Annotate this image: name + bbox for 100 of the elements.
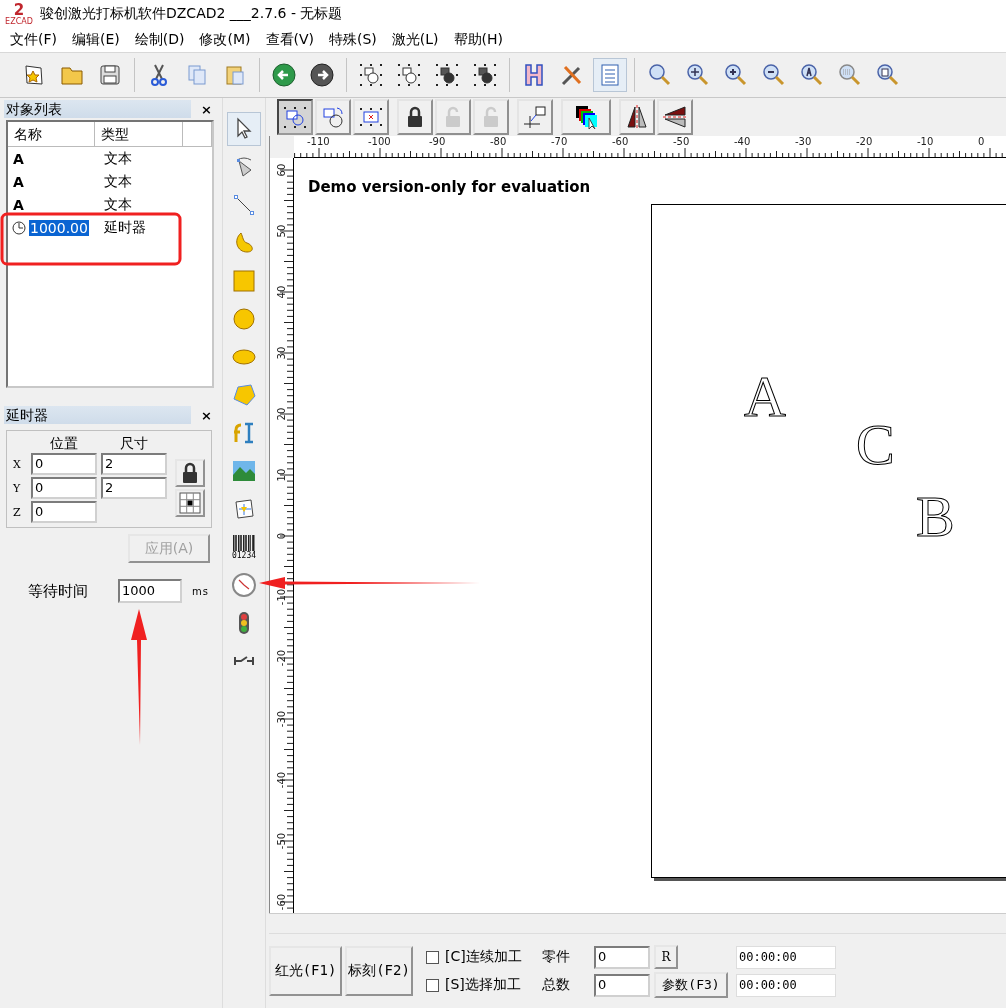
ruler-label: -40 — [277, 770, 287, 791]
ruler-label: -90 — [429, 137, 446, 147]
rotate-mode-icon — [320, 104, 346, 130]
checkbox[interactable] — [426, 950, 439, 964]
canvas-letter: A — [744, 368, 786, 426]
ruler-label: 60 — [277, 162, 287, 179]
color-layers-icon — [573, 104, 599, 130]
ruler-label: -50 — [277, 831, 287, 852]
mark-button[interactable]: 标刻(F2) — [345, 946, 413, 996]
menu-item[interactable]: 特殊(S) — [323, 31, 386, 49]
menu-item[interactable]: 查看(V) — [259, 31, 323, 49]
selection-icon — [472, 62, 498, 88]
ruler-label: -10 — [277, 587, 287, 608]
reset-button[interactable]: R — [654, 945, 678, 969]
time-field: 00:00:00 — [736, 945, 836, 969]
ruler-label: -50 — [673, 137, 690, 147]
ruler-label: -70 — [551, 137, 568, 147]
axis-label: Y — [13, 481, 22, 495]
ruler-label: -10 — [917, 137, 934, 147]
object-type: 文本 — [103, 149, 133, 168]
origin-icon — [522, 104, 548, 130]
ruler-label: 50 — [277, 223, 287, 240]
input-field[interactable]: 0 — [31, 453, 97, 475]
input-field[interactable]: 0 — [31, 477, 97, 499]
watermark-text: Demo version-only for evaluation — [308, 178, 591, 196]
object-type: 文本 — [103, 172, 133, 191]
selection-icon — [434, 62, 460, 88]
object-type: 延时器 — [103, 218, 147, 237]
menu-item[interactable]: 文件(F) — [4, 31, 66, 49]
unit-label: ms — [192, 585, 209, 597]
input-field[interactable]: 2 — [101, 477, 167, 499]
menu-item[interactable]: 编辑(E) — [66, 31, 129, 49]
input-field[interactable]: 0 — [594, 973, 650, 997]
ruler-label: 40 — [277, 284, 287, 301]
toolbar-button[interactable] — [277, 99, 313, 135]
ruler-label: -40 — [734, 137, 751, 147]
laser-pointer-button[interactable]: 红光(F1) — [269, 946, 342, 996]
tool-button[interactable] — [227, 112, 261, 146]
object-name[interactable]: A — [12, 196, 25, 213]
ruler-label: -20 — [856, 137, 873, 147]
ruler-label: -30 — [277, 709, 287, 730]
checkbox-label: [C]连续加工 — [445, 948, 522, 966]
anchor-grid-button[interactable] — [175, 489, 205, 517]
ruler-label: 10 — [277, 467, 287, 484]
selection-icon — [396, 62, 422, 88]
column-header[interactable]: 类型 — [95, 122, 183, 147]
canvas-letter: C — [856, 416, 895, 474]
object-name[interactable]: 1000.00 — [29, 219, 89, 236]
ruler-label: 20 — [277, 406, 287, 423]
object-name[interactable]: A — [12, 173, 25, 190]
mirror-vertical-icon — [662, 104, 688, 130]
input-field[interactable]: 0 — [594, 945, 650, 969]
polygon-icon — [231, 382, 257, 408]
close-button[interactable]: × — [201, 407, 212, 423]
counter-label: 零件 — [542, 948, 571, 966]
zoom-in-icon — [722, 62, 748, 88]
selection-icon — [358, 62, 384, 88]
window-title: 骏创激光打标机软件DZCAD2 ___2.7.6 - 无标题 — [40, 5, 343, 23]
ruler-label: -60 — [612, 137, 629, 147]
checkbox-option[interactable]: [S]选择加工 — [426, 976, 538, 994]
input-field[interactable]: 2 — [101, 453, 167, 475]
zoom-page-icon — [874, 62, 900, 88]
select-mode-icon — [282, 104, 308, 130]
counter-label: 总数 — [542, 976, 571, 994]
zoom-grid-icon — [836, 62, 862, 88]
ruler-label: -80 — [490, 137, 507, 147]
axis-label: Z — [13, 505, 22, 519]
ruler-label: -30 — [795, 137, 812, 147]
ruler-label: -100 — [368, 137, 391, 147]
ruler-label: 0 — [277, 531, 287, 542]
checkbox-option[interactable]: [C]连续加工 — [426, 948, 538, 966]
ruler-label: 0 — [978, 137, 985, 147]
ruler-label: 30 — [277, 345, 287, 362]
checkbox[interactable] — [426, 978, 439, 992]
object-type: 文本 — [103, 195, 133, 214]
field-label: 等待时间 — [28, 581, 89, 601]
zoom-text-icon — [798, 62, 824, 88]
circle-icon — [231, 306, 257, 332]
input-field[interactable]: 0 — [31, 501, 97, 523]
parameters-button[interactable]: 参数(F3) — [654, 972, 728, 998]
zoom-out-icon — [760, 62, 786, 88]
close-button[interactable]: × — [201, 101, 212, 117]
ruler-label: -60 — [277, 892, 287, 913]
menu-item[interactable]: 绘制(D) — [128, 31, 194, 49]
input-field[interactable]: 1000 — [118, 579, 182, 603]
landscape-image-icon — [231, 458, 257, 484]
rectangle-icon — [231, 268, 257, 294]
clock-icon — [231, 572, 257, 598]
zoom-pan-icon — [684, 62, 710, 88]
app-logo: 2 EZCAD — [4, 2, 34, 26]
column-header[interactable]: 名称 — [8, 122, 95, 147]
menu-item[interactable]: 修改(M) — [193, 31, 260, 49]
time-field: 00:00:00 — [736, 973, 836, 997]
canvas-letter: B — [916, 488, 955, 546]
panel-title: 对象列表 — [4, 100, 192, 118]
menu-item[interactable]: 帮助(H) — [447, 31, 512, 49]
menu-item[interactable]: 激光(L) — [385, 31, 448, 49]
magnifier-icon — [646, 62, 672, 88]
lock-button[interactable] — [175, 459, 205, 487]
object-name[interactable]: A — [12, 150, 25, 167]
